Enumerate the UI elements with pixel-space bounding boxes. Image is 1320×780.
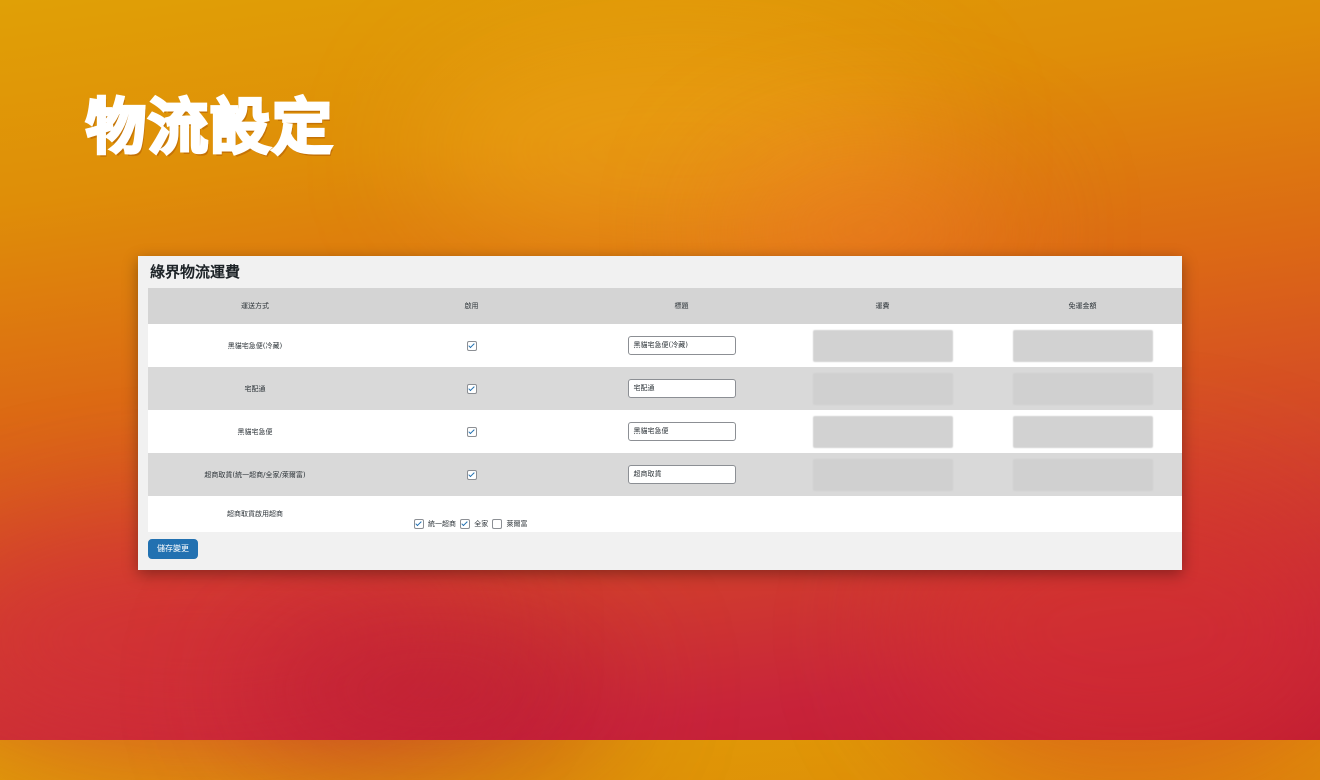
enabled-checkbox[interactable] <box>466 340 477 351</box>
store-option-familymart[interactable]: 全家 <box>460 519 488 529</box>
enabled-checkbox[interactable] <box>466 426 477 437</box>
table-row: 宅配通 宅配通 <box>148 367 1182 410</box>
shipping-method-label: 黑貓宅急便 <box>148 410 362 453</box>
free-shipping-input-blurred[interactable] <box>1012 329 1153 362</box>
fee-input-blurred[interactable] <box>812 329 953 362</box>
fee-input-blurred[interactable] <box>812 458 953 491</box>
store-option-label: 全家 <box>474 520 489 528</box>
column-header-free-shipping: 免運金額 <box>983 288 1182 324</box>
store-option-label: 萊爾富 <box>506 520 528 528</box>
store-checkbox[interactable] <box>492 519 503 529</box>
table-row: 超商取貨(統一超商/全家/萊爾富) 超商取貨 <box>148 453 1182 496</box>
column-header-fee: 運費 <box>782 288 983 324</box>
store-option-hilife[interactable]: 萊爾富 <box>492 519 527 529</box>
free-shipping-input-blurred[interactable] <box>1012 415 1153 448</box>
store-option-7eleven[interactable]: 統一超商 <box>414 519 456 529</box>
store-checkbox[interactable] <box>414 519 424 529</box>
fee-input-blurred[interactable] <box>812 372 953 405</box>
table-row: 黑貓宅急便 黑貓宅急便 <box>148 410 1182 453</box>
shipping-table: 運送方式 啟用 標題 運費 免運金額 黑貓宅急便(冷藏) 黑貓宅急便(冷藏) 宅… <box>148 288 1182 532</box>
store-options: 統一超商 全家 萊爾富 <box>414 519 529 531</box>
shipping-method-label: 超商取貨(統一超商/全家/萊爾富) <box>148 453 362 496</box>
save-changes-button[interactable]: 儲存變更 <box>148 539 198 559</box>
store-checkbox[interactable] <box>460 519 471 529</box>
fee-input-blurred[interactable] <box>812 415 953 448</box>
column-header-enabled: 啟用 <box>362 288 581 324</box>
store-selection-label: 超商取貨啟用超商 <box>148 496 362 532</box>
title-input[interactable]: 黑貓宅急便 <box>627 422 736 441</box>
column-header-title: 標題 <box>581 288 782 324</box>
shipping-method-label: 黑貓宅急便(冷藏) <box>148 324 362 367</box>
store-option-label: 統一超商 <box>428 520 456 528</box>
free-shipping-input-blurred[interactable] <box>1012 372 1153 405</box>
free-shipping-input-blurred[interactable] <box>1012 458 1153 491</box>
title-input[interactable]: 黑貓宅急便(冷藏) <box>627 336 736 355</box>
shipping-method-label: 宅配通 <box>148 367 362 410</box>
table-row: 黑貓宅急便(冷藏) 黑貓宅急便(冷藏) <box>148 324 1182 367</box>
enabled-checkbox[interactable] <box>466 383 477 394</box>
enabled-checkbox[interactable] <box>466 469 477 480</box>
store-selection-row: 超商取貨啟用超商 <box>148 496 1182 532</box>
slide-title: 物流設定 <box>85 92 334 165</box>
shipping-settings-panel: 綠界物流運費 運送方式 啟用 標題 運費 免運金額 黑貓宅急便(冷藏) 黑貓宅急… <box>138 256 1182 570</box>
title-input[interactable]: 超商取貨 <box>627 465 736 484</box>
column-header-method: 運送方式 <box>148 288 362 324</box>
table-header-row: 運送方式 啟用 標題 運費 免運金額 <box>148 288 1182 324</box>
panel-title: 綠界物流運費 <box>150 263 241 281</box>
title-input[interactable]: 宅配通 <box>627 379 736 398</box>
